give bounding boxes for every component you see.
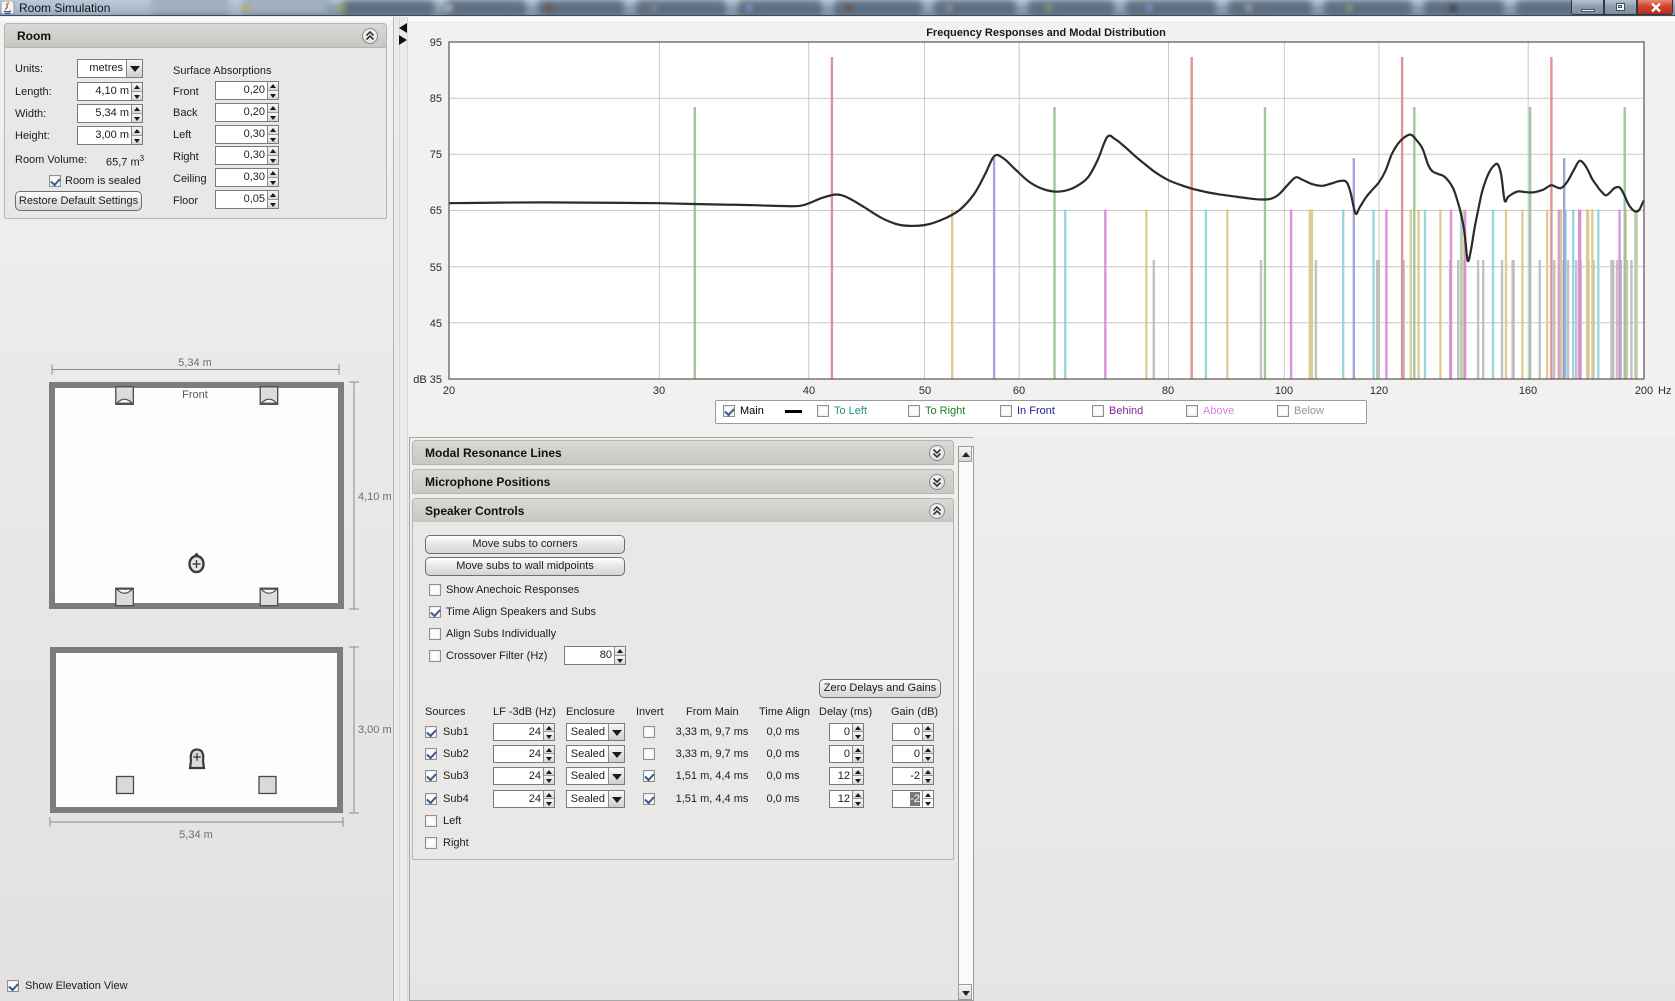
svg-text:30: 30	[653, 385, 665, 397]
svg-text:75: 75	[430, 149, 442, 161]
svg-text:45: 45	[430, 318, 442, 330]
svg-text:3,00 m: 3,00 m	[358, 724, 392, 736]
svg-text:65: 65	[430, 205, 442, 217]
svg-text:85: 85	[430, 93, 442, 105]
svg-text:60: 60	[1013, 385, 1025, 397]
svg-text:55: 55	[430, 262, 442, 274]
svg-text:200: 200	[1635, 385, 1653, 397]
svg-text:5,34 m: 5,34 m	[178, 357, 212, 369]
svg-text:120: 120	[1370, 385, 1388, 397]
svg-text:80: 80	[1162, 385, 1174, 397]
svg-text:40: 40	[803, 385, 815, 397]
svg-text:5,34 m: 5,34 m	[179, 829, 213, 841]
svg-text:95: 95	[430, 37, 442, 49]
svg-text:Frequency Responses and Modal: Frequency Responses and Modal Distributi…	[926, 27, 1166, 39]
svg-text:Hz: Hz	[1658, 385, 1671, 397]
svg-text:160: 160	[1519, 385, 1537, 397]
svg-text:dB 35: dB 35	[413, 374, 442, 386]
svg-text:20: 20	[443, 385, 455, 397]
svg-text:50: 50	[919, 385, 931, 397]
svg-text:4,10 m: 4,10 m	[358, 491, 392, 503]
svg-text:Front: Front	[182, 389, 208, 401]
svg-text:100: 100	[1275, 385, 1293, 397]
